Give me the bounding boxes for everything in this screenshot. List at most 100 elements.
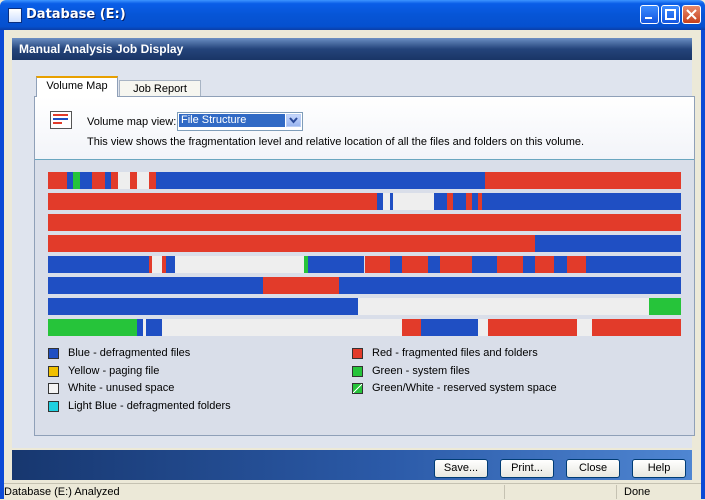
close-window-button[interactable] [682,5,701,24]
map-segment-blue [453,193,466,210]
legend-item: Blue - defragmented files [48,347,190,359]
map-segment-blue [48,256,150,273]
map-row [48,235,681,252]
map-segment-red [487,319,577,336]
map-segment-red [48,235,536,252]
map-row [48,172,681,189]
map-segment-blue [535,235,681,252]
map-segment-blue [427,256,441,273]
window-body: Manual Analysis Job Display Volume Map J… [4,30,701,500]
map-segment-red [48,172,67,189]
map-segment-white [478,319,488,336]
legend-swatch [48,382,59,394]
button-bar: Save... Print... Close Help [12,450,692,480]
legend-label: Red - fragmented files and folders [372,347,538,359]
chevron-down-icon[interactable] [286,114,301,127]
window-title: Database (E:) [26,7,126,22]
map-segment-red [497,256,523,273]
status-done: Done [624,486,651,498]
map-segment-red [48,214,681,231]
legend-item: Yellow - paging file [48,365,159,377]
help-button[interactable]: Help [632,459,686,478]
legend-item: Green/White - reserved system space [352,382,557,394]
map-segment-blue [472,256,498,273]
map-segment-green [48,319,137,336]
map-segment-blue [48,277,264,294]
map-segment-blue [421,319,479,336]
legend-label: Light Blue - defragmented folders [68,400,231,412]
map-segment-red [402,256,428,273]
map-segment-red [364,256,390,273]
map-segment-white [161,319,403,336]
legend-item: White - unused space [48,382,174,394]
volume-map-icon [50,111,72,129]
legend-label: Green/White - reserved system space [372,382,557,394]
view-selector-section: Volume map view: File Structure This vie… [35,97,694,160]
map-row [48,277,681,294]
map-segment-blue [434,193,447,210]
map-row [48,214,681,231]
legend-label: White - unused space [68,382,175,394]
map-row [48,256,681,273]
view-description: This view shows the fragmentation level … [87,136,585,148]
map-segment-red [402,319,422,336]
page-title: Manual Analysis Job Display [19,42,184,56]
map-segment-white [358,298,650,315]
volume-map: Blue - defragmented files Yellow - pagin… [35,160,694,435]
map-segment-blue [165,256,175,273]
legend-swatch [48,365,59,377]
map-segment-red [592,319,681,336]
legend-swatch [352,382,363,394]
map-segment-blue [79,172,93,189]
map-segment-white [392,193,435,210]
status-bar: Database (E:) Analyzed Done [4,483,701,500]
maximize-button[interactable] [661,5,680,24]
map-segment-red [263,277,340,294]
legend-swatch [352,347,363,359]
legend-item: Green - system files [352,365,470,377]
map-segment-blue [48,298,359,315]
legend-swatch [48,347,59,359]
save-button[interactable]: Save... [434,459,488,478]
close-button[interactable]: Close [566,459,620,478]
map-segment-blue [339,277,681,294]
tab-volume-map[interactable]: Volume Map [36,76,118,97]
map-row [48,319,681,336]
map-segment-red [92,172,105,189]
window-frame: Manual Analysis Job Display Volume Map J… [0,30,705,500]
legend-item: Light Blue - defragmented folders [48,400,231,412]
app-icon [8,8,22,23]
legend-label: Yellow - paging file [68,365,160,377]
map-segment-red [440,256,473,273]
map-segment-blue [155,172,485,189]
map-segment-blue [146,319,162,336]
map-segment-red [535,256,555,273]
map-segment-blue [389,256,403,273]
map-segment-white [576,319,593,336]
map-segment-white [152,256,162,273]
content-area: Volume Map Job Report Volume map view: F… [12,60,695,448]
volume-map-view-select[interactable]: File Structure [177,112,303,131]
map-segment-green [649,298,681,315]
print-button[interactable]: Print... [500,459,554,478]
legend-swatch [352,365,363,377]
selected-view-value: File Structure [179,114,285,127]
map-segment-blue [482,193,681,210]
map-segment-red [484,172,681,189]
legend-swatch [48,400,59,412]
page-header: Manual Analysis Job Display [12,38,692,60]
map-segment-white [117,172,131,189]
map-segment-red [567,256,587,273]
map-segment-blue [554,256,568,273]
minimize-button[interactable] [640,5,659,24]
map-segment-white [174,256,305,273]
map-row [48,298,681,315]
status-divider [504,485,505,499]
view-label: Volume map view: [87,116,177,128]
map-segment-blue [586,256,681,273]
map-segment-blue [307,256,365,273]
status-text: Database (E:) Analyzed [4,486,120,498]
map-segment-red [48,193,378,210]
title-bar: Database (E:) [0,0,705,30]
map-row [48,193,681,210]
